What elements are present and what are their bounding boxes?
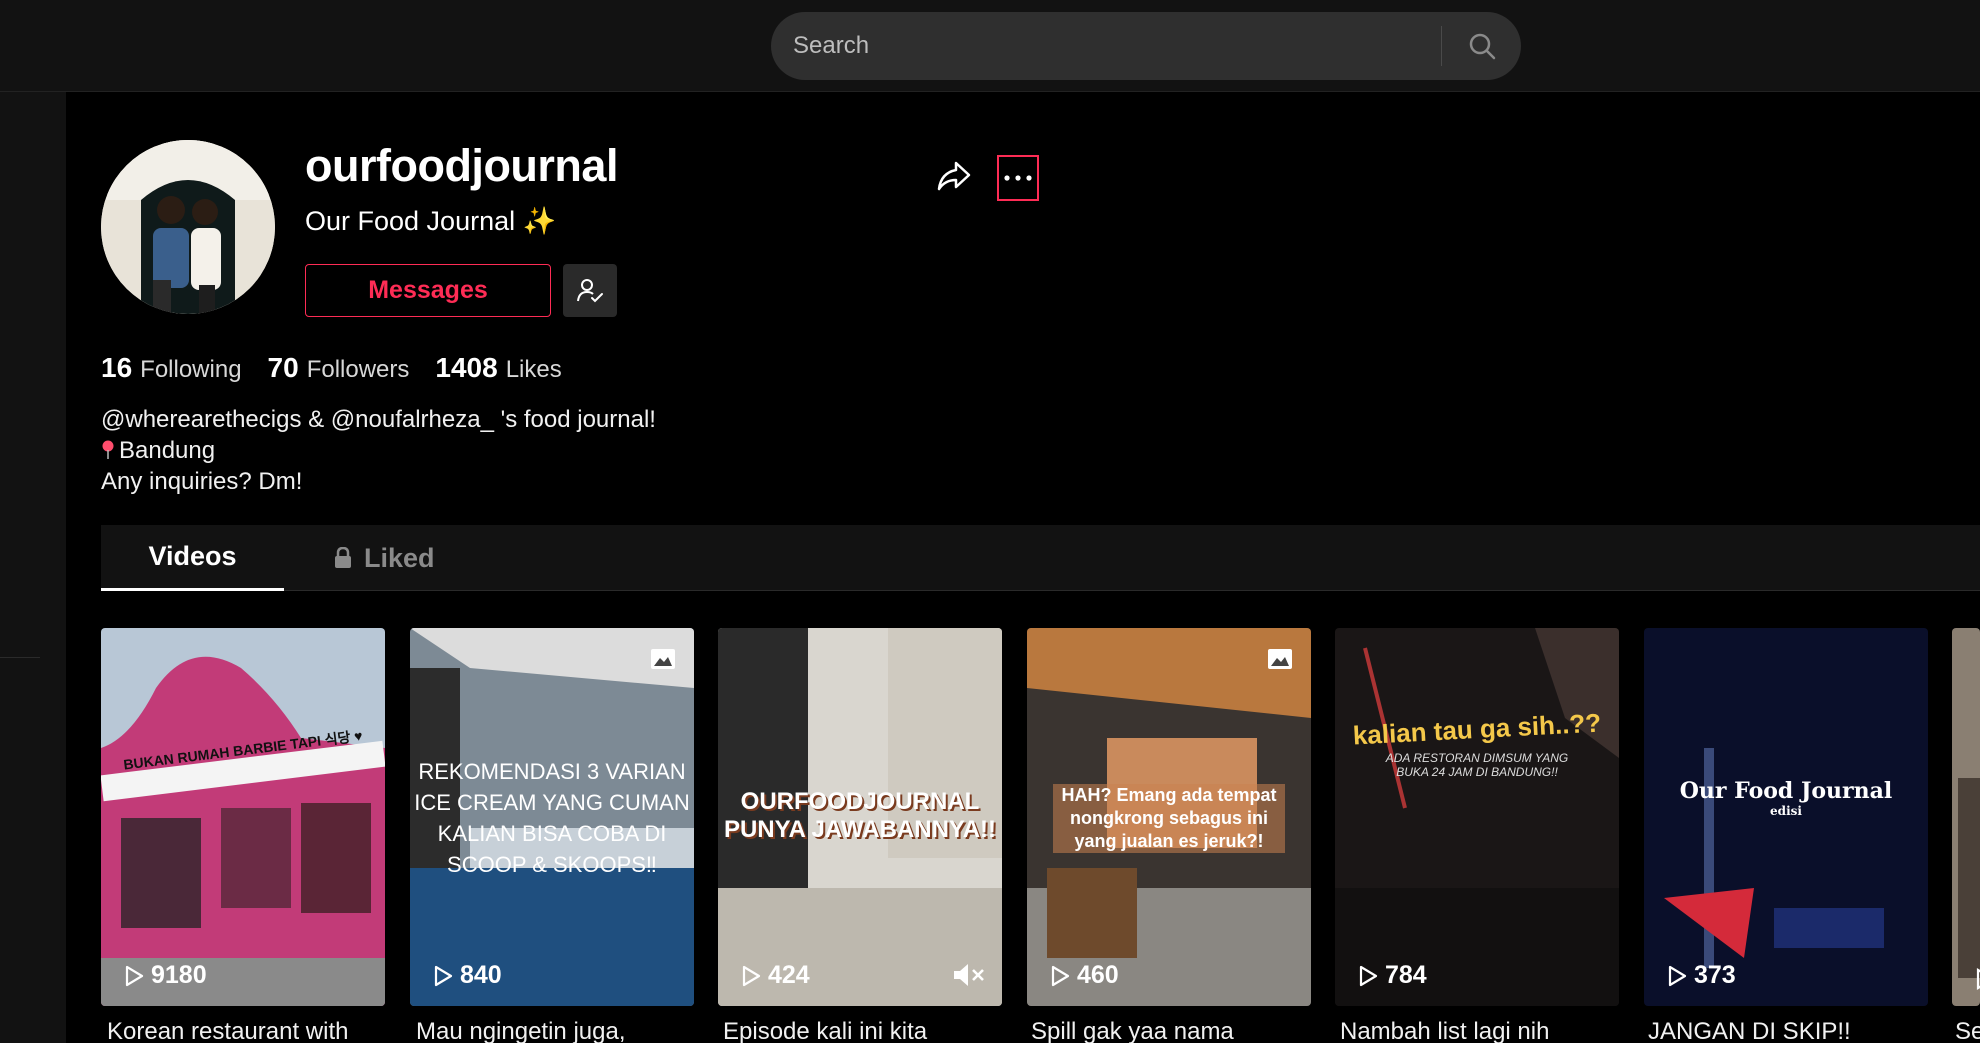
video-card[interactable]: kalian tau ga sih..?? ADA RESTORAN DIMSU… [1335, 628, 1619, 1006]
search-input[interactable] [793, 12, 1403, 80]
stat-likes: 1408 Likes [435, 352, 561, 384]
tab-liked-label: Liked [364, 542, 435, 573]
thumbnail-overlay-text: OURFOODJOURNAL PUNYA JAWABANNYA!! [718, 788, 1002, 844]
bio-line-3: Any inquiries? Dm! [101, 468, 303, 495]
tab-videos[interactable]: Videos [101, 525, 284, 591]
search-bar [771, 12, 1521, 80]
overlay-line: edisi [1770, 804, 1802, 818]
view-count-value: 373 [1694, 961, 1736, 989]
video-thumbnail [101, 628, 385, 1006]
view-count: 840 [432, 961, 502, 990]
video-card[interactable]: REKOMENDASI 3 VARIAN ICE CREAM YANG CUMA… [410, 628, 694, 1006]
share-button[interactable] [932, 156, 976, 196]
video-title[interactable]: JANGAN DI SKIP!! [1648, 1018, 1928, 1043]
thumbnail-overlay-text: REKOMENDASI 3 VARIAN ICE CREAM YANG CUMA… [410, 756, 694, 880]
profile-nickname: Our Food Journal ✨ [305, 206, 557, 236]
view-count-value: 784 [1385, 961, 1427, 989]
overlay-line: REKOMENDASI 3 VARIAN [418, 759, 686, 784]
view-count: 784 [1357, 961, 1427, 990]
avatar-image [101, 140, 275, 314]
video-title[interactable]: Se [1955, 1018, 1980, 1043]
video-title[interactable]: Korean restaurant with [107, 1018, 387, 1043]
view-count-value: 9180 [151, 961, 207, 989]
more-icon [1004, 175, 1032, 181]
view-count-value: 460 [1077, 961, 1119, 989]
pin-icon [102, 440, 114, 459]
photo-icon [1268, 649, 1292, 669]
avatar[interactable] [101, 140, 275, 314]
followers-count: 70 [267, 352, 299, 383]
overlay-line: yang jualan es jeruk?! [1074, 831, 1264, 851]
left-sidebar [0, 92, 66, 1043]
overlay-line: PUNYA JAWABANNYA!! [723, 816, 997, 843]
play-icon [1668, 965, 1687, 986]
video-thumbnail [1952, 628, 1980, 1006]
profile-stats: 16 Following 70 Followers 1408 Likes [101, 352, 562, 384]
play-icon [1359, 965, 1378, 986]
overlay-line: BUKA 24 JAM DI BANDUNG!! [1396, 765, 1558, 779]
following-count: 16 [101, 352, 133, 383]
video-title[interactable]: Nambah list lagi nih [1340, 1018, 1620, 1043]
video-card[interactable]: HAH? Emang ada tempat nongkrong sebagus … [1027, 628, 1311, 1006]
view-count: 9180 [123, 961, 207, 990]
play-icon [742, 965, 761, 986]
video-thumbnail [1335, 628, 1619, 1006]
lock-icon [335, 547, 351, 568]
profile-bio: @wherearethecigs & @noufalrheza_ 's food… [101, 404, 656, 497]
bio-location: Bandung [119, 437, 216, 464]
overlay-line: nongkrong sebagus ini [1069, 808, 1268, 828]
video-title[interactable]: Spill gak yaa nama [1031, 1018, 1311, 1043]
share-icon [937, 161, 971, 191]
search-button[interactable] [1443, 12, 1521, 80]
view-count-value: 424 [768, 961, 810, 989]
video-title[interactable]: Mau ngingetin juga, [416, 1018, 696, 1043]
likes-label: Likes [505, 356, 562, 383]
play-icon [125, 965, 144, 986]
following-label: Following [140, 356, 242, 383]
overlay-line: SCOOP & SKOOPS‼ [447, 852, 657, 877]
more-options-button[interactable] [997, 155, 1039, 201]
overlay-line: OURFOODJOURNAL [740, 788, 980, 815]
view-count: 373 [1666, 961, 1736, 990]
mute-icon[interactable] [952, 962, 986, 988]
stat-followers[interactable]: 70 Followers [268, 352, 410, 384]
video-card[interactable]: Our Food Journal edisi 373 [1644, 628, 1928, 1006]
thumbnail-overlay-text: kalian tau ga sih..?? ADA RESTORAN DIMSU… [1335, 708, 1619, 779]
thumbnail-overlay-text: Our Food Journal edisi [1644, 778, 1928, 818]
sidebar-divider [0, 657, 40, 658]
messages-button[interactable]: Messages [305, 264, 551, 317]
overlay-line: ADA RESTORAN DIMSUM YANG [1385, 751, 1569, 765]
overlay-line: kalian tau ga sih..?? [1352, 707, 1602, 751]
profile-username: ourfoodjournal [305, 140, 618, 191]
following-status-button[interactable] [563, 264, 617, 317]
video-card[interactable] [1952, 628, 1980, 1006]
overlay-line: ICE CREAM YANG CUMAN [414, 790, 690, 815]
top-bar [0, 0, 1980, 92]
play-icon [1051, 965, 1070, 986]
followers-label: Followers [306, 356, 410, 383]
video-title[interactable]: Episode kali ini kita [723, 1018, 1003, 1043]
user-check-icon [577, 278, 603, 302]
view-count: 460 [1049, 961, 1119, 990]
play-icon [1976, 968, 1980, 990]
tab-liked[interactable]: Liked [334, 525, 435, 591]
search-divider [1441, 26, 1442, 66]
bio-line-2: Bandung [101, 435, 656, 466]
stat-following[interactable]: 16 Following [101, 352, 242, 384]
overlay-line: KALIAN BISA COBA DI [437, 821, 667, 846]
photo-icon [651, 649, 675, 669]
view-count: 424 [740, 961, 810, 990]
bio-line-1: @wherearethecigs & @noufalrheza_ 's food… [101, 406, 656, 433]
overlay-line: Our Food Journal [1679, 778, 1893, 804]
thumbnail-overlay-text: HAH? Emang ada tempat nongkrong sebagus … [1053, 784, 1285, 853]
search-icon [1469, 33, 1496, 60]
view-count-value: 840 [460, 961, 502, 989]
profile-tabs: Videos Liked [101, 525, 1980, 591]
video-card[interactable]: OURFOODJOURNAL PUNYA JAWABANNYA!! 424 [718, 628, 1002, 1006]
likes-count: 1408 [435, 352, 498, 383]
overlay-line: HAH? Emang ada tempat [1061, 785, 1277, 805]
video-card[interactable]: BUKAN RUMAH BARBIE TAPI 식당 ♥ 9180 [101, 628, 385, 1006]
play-icon [434, 965, 453, 986]
